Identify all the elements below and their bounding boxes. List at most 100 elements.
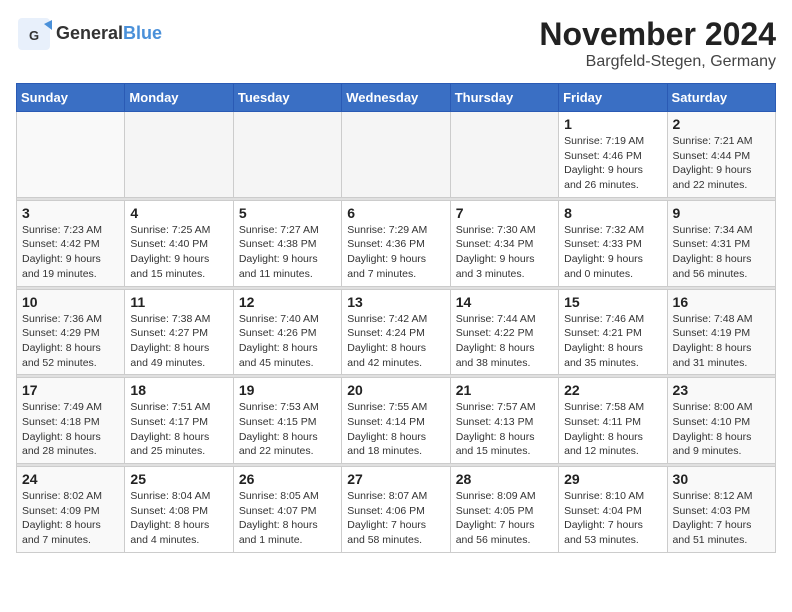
- day-number: 3: [22, 205, 119, 221]
- calendar-cell: 17 Sunrise: 7:49 AM Sunset: 4:18 PM Dayli…: [17, 378, 125, 464]
- day-info: Sunrise: 8:10 AM Sunset: 4:04 PM Dayligh…: [564, 489, 661, 548]
- day-info: Sunrise: 7:58 AM Sunset: 4:11 PM Dayligh…: [564, 400, 661, 459]
- day-info: Sunrise: 7:25 AM Sunset: 4:40 PM Dayligh…: [130, 223, 227, 282]
- calendar-cell: 30Sunrise: 8:12 AM Sunset: 4:03 PM Dayli…: [667, 467, 775, 553]
- day-number: 7: [456, 205, 553, 221]
- svg-text:G: G: [29, 28, 39, 43]
- day-number: 12: [239, 294, 336, 310]
- calendar-week-2: 3 Sunrise: 7:23 AM Sunset: 4:42 PM Daylig…: [17, 200, 776, 286]
- calendar-cell: 8 Sunrise: 7:32 AM Sunset: 4:33 PM Daylig…: [559, 200, 667, 286]
- day-info: Sunrise: 7:36 AM Sunset: 4:29 PM Dayligh…: [22, 312, 119, 371]
- calendar-cell: [342, 112, 450, 198]
- calendar-cell: 28 Sunrise: 8:09 AM Sunset: 4:05 PM Dayli…: [450, 467, 558, 553]
- day-number: 28: [456, 471, 553, 487]
- calendar-cell: 3 Sunrise: 7:23 AM Sunset: 4:42 PM Daylig…: [17, 200, 125, 286]
- calendar-cell: 14 Sunrise: 7:44 AM Sunset: 4:22 PM Dayli…: [450, 289, 558, 375]
- day-info: Sunrise: 7:38 AM Sunset: 4:27 PM Dayligh…: [130, 312, 227, 371]
- day-info: Sunrise: 8:00 AM Sunset: 4:10 PM Dayligh…: [673, 400, 770, 459]
- day-number: 2: [673, 116, 770, 132]
- day-number: 25: [130, 471, 227, 487]
- month-title: November 2024: [539, 16, 776, 53]
- day-number: 23: [673, 382, 770, 398]
- logo-general: General: [56, 23, 123, 43]
- day-number: 30: [673, 471, 770, 487]
- day-number: 22: [564, 382, 661, 398]
- calendar-header-row: Sunday Monday Tuesday Wednesday Thursday…: [17, 84, 776, 112]
- day-info: Sunrise: 7:53 AM Sunset: 4:15 PM Dayligh…: [239, 400, 336, 459]
- header-friday: Friday: [559, 84, 667, 112]
- day-info: Sunrise: 7:46 AM Sunset: 4:21 PM Dayligh…: [564, 312, 661, 371]
- calendar-cell: 19Sunrise: 7:53 AM Sunset: 4:15 PM Dayli…: [233, 378, 341, 464]
- header-sunday: Sunday: [17, 84, 125, 112]
- calendar-cell: [17, 112, 125, 198]
- header-saturday: Saturday: [667, 84, 775, 112]
- day-info: Sunrise: 7:44 AM Sunset: 4:22 PM Dayligh…: [456, 312, 553, 371]
- logo: G GeneralBlue: [16, 16, 162, 52]
- header-wednesday: Wednesday: [342, 84, 450, 112]
- day-number: 14: [456, 294, 553, 310]
- header-monday: Monday: [125, 84, 233, 112]
- day-info: Sunrise: 7:23 AM Sunset: 4:42 PM Dayligh…: [22, 223, 119, 282]
- day-number: 24: [22, 471, 119, 487]
- calendar-cell: 1Sunrise: 7:19 AM Sunset: 4:46 PM Daylig…: [559, 112, 667, 198]
- day-number: 26: [239, 471, 336, 487]
- calendar-cell: 22 Sunrise: 7:58 AM Sunset: 4:11 PM Dayli…: [559, 378, 667, 464]
- day-number: 4: [130, 205, 227, 221]
- calendar-cell: 9 Sunrise: 7:34 AM Sunset: 4:31 PM Daylig…: [667, 200, 775, 286]
- calendar-cell: 20 Sunrise: 7:55 AM Sunset: 4:14 PM Dayli…: [342, 378, 450, 464]
- calendar-cell: 21Sunrise: 7:57 AM Sunset: 4:13 PM Dayli…: [450, 378, 558, 464]
- day-number: 17: [22, 382, 119, 398]
- calendar-cell: 11Sunrise: 7:38 AM Sunset: 4:27 PM Dayli…: [125, 289, 233, 375]
- day-number: 16: [673, 294, 770, 310]
- day-info: Sunrise: 8:02 AM Sunset: 4:09 PM Dayligh…: [22, 489, 119, 548]
- day-info: Sunrise: 7:49 AM Sunset: 4:18 PM Dayligh…: [22, 400, 119, 459]
- day-info: Sunrise: 7:34 AM Sunset: 4:31 PM Dayligh…: [673, 223, 770, 282]
- day-number: 10: [22, 294, 119, 310]
- calendar-cell: 24 Sunrise: 8:02 AM Sunset: 4:09 PM Dayli…: [17, 467, 125, 553]
- calendar-table: Sunday Monday Tuesday Wednesday Thursday…: [16, 83, 776, 553]
- location: Bargfeld-Stegen, Germany: [539, 53, 776, 71]
- day-info: Sunrise: 7:32 AM Sunset: 4:33 PM Dayligh…: [564, 223, 661, 282]
- title-area: November 2024 Bargfeld-Stegen, Germany: [539, 16, 776, 71]
- calendar-week-4: 17 Sunrise: 7:49 AM Sunset: 4:18 PM Dayli…: [17, 378, 776, 464]
- calendar-cell: 27 Sunrise: 8:07 AM Sunset: 4:06 PM Dayli…: [342, 467, 450, 553]
- day-info: Sunrise: 8:09 AM Sunset: 4:05 PM Dayligh…: [456, 489, 553, 548]
- day-info: Sunrise: 7:21 AM Sunset: 4:44 PM Dayligh…: [673, 134, 770, 193]
- day-info: Sunrise: 7:55 AM Sunset: 4:14 PM Dayligh…: [347, 400, 444, 459]
- day-info: Sunrise: 7:42 AM Sunset: 4:24 PM Dayligh…: [347, 312, 444, 371]
- day-info: Sunrise: 7:19 AM Sunset: 4:46 PM Dayligh…: [564, 134, 661, 193]
- day-info: Sunrise: 7:48 AM Sunset: 4:19 PM Dayligh…: [673, 312, 770, 371]
- day-number: 8: [564, 205, 661, 221]
- header-thursday: Thursday: [450, 84, 558, 112]
- calendar-week-5: 24 Sunrise: 8:02 AM Sunset: 4:09 PM Dayli…: [17, 467, 776, 553]
- calendar-cell: 16 Sunrise: 7:48 AM Sunset: 4:19 PM Dayli…: [667, 289, 775, 375]
- calendar-cell: 26Sunrise: 8:05 AM Sunset: 4:07 PM Dayli…: [233, 467, 341, 553]
- day-number: 29: [564, 471, 661, 487]
- logo-blue: Blue: [123, 23, 162, 43]
- day-info: Sunrise: 7:40 AM Sunset: 4:26 PM Dayligh…: [239, 312, 336, 371]
- calendar-cell: 5 Sunrise: 7:27 AM Sunset: 4:38 PM Daylig…: [233, 200, 341, 286]
- calendar-cell: 4 Sunrise: 7:25 AM Sunset: 4:40 PM Daylig…: [125, 200, 233, 286]
- calendar-cell: 29 Sunrise: 8:10 AM Sunset: 4:04 PM Dayli…: [559, 467, 667, 553]
- calendar-cell: 18Sunrise: 7:51 AM Sunset: 4:17 PM Dayli…: [125, 378, 233, 464]
- day-number: 27: [347, 471, 444, 487]
- calendar-cell: 12 Sunrise: 7:40 AM Sunset: 4:26 PM Dayli…: [233, 289, 341, 375]
- day-info: Sunrise: 8:04 AM Sunset: 4:08 PM Dayligh…: [130, 489, 227, 548]
- calendar-week-1: 1Sunrise: 7:19 AM Sunset: 4:46 PM Daylig…: [17, 112, 776, 198]
- day-info: Sunrise: 8:07 AM Sunset: 4:06 PM Dayligh…: [347, 489, 444, 548]
- calendar-cell: 10 Sunrise: 7:36 AM Sunset: 4:29 PM Dayli…: [17, 289, 125, 375]
- day-number: 5: [239, 205, 336, 221]
- calendar-cell: [125, 112, 233, 198]
- calendar-cell: [450, 112, 558, 198]
- day-info: Sunrise: 7:27 AM Sunset: 4:38 PM Dayligh…: [239, 223, 336, 282]
- day-number: 13: [347, 294, 444, 310]
- day-info: Sunrise: 7:57 AM Sunset: 4:13 PM Dayligh…: [456, 400, 553, 459]
- page-header: G GeneralBlue November 2024 Bargfeld-Ste…: [16, 16, 776, 71]
- day-number: 9: [673, 205, 770, 221]
- day-info: Sunrise: 7:29 AM Sunset: 4:36 PM Dayligh…: [347, 223, 444, 282]
- day-number: 6: [347, 205, 444, 221]
- day-number: 20: [347, 382, 444, 398]
- calendar-week-3: 10 Sunrise: 7:36 AM Sunset: 4:29 PM Dayli…: [17, 289, 776, 375]
- calendar-cell: 7Sunrise: 7:30 AM Sunset: 4:34 PM Daylig…: [450, 200, 558, 286]
- calendar-cell: 2 Sunrise: 7:21 AM Sunset: 4:44 PM Daylig…: [667, 112, 775, 198]
